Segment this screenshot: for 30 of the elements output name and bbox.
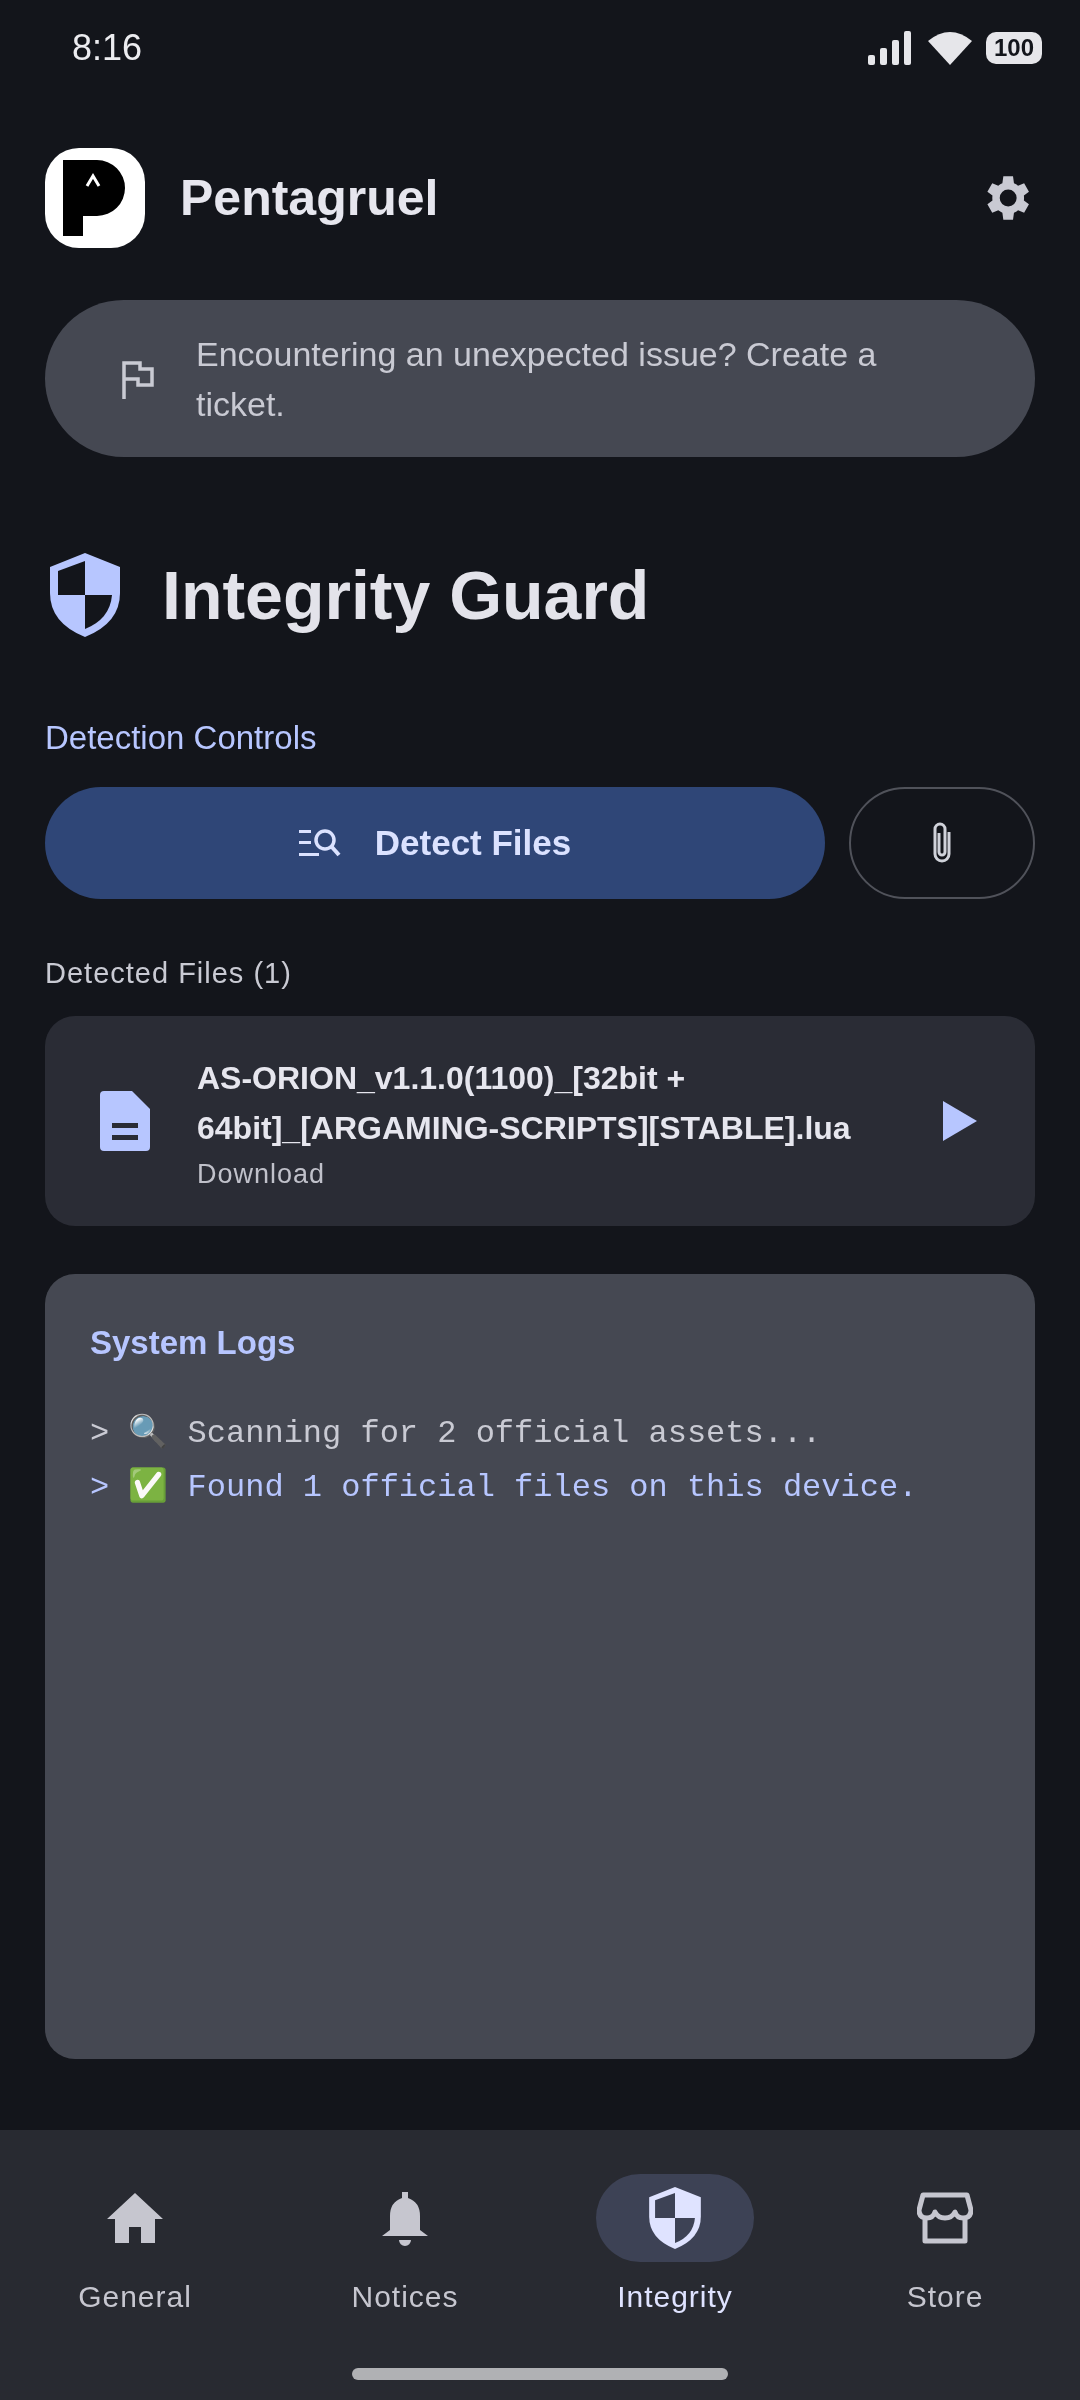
app-logo-icon xyxy=(45,148,145,248)
app-title: Pentagruel xyxy=(180,169,440,227)
shield-icon xyxy=(50,553,120,637)
flag-icon xyxy=(120,358,156,399)
file-folder: Download xyxy=(197,1158,327,1190)
detect-files-button[interactable]: Detect Files xyxy=(45,787,825,899)
log-line: > ✅ Found 1 official files on this device. xyxy=(90,1466,919,1506)
wifi-icon xyxy=(927,31,972,65)
status-time: 8:16 xyxy=(72,27,143,69)
section-label: Detection Controls xyxy=(45,719,318,757)
store-icon xyxy=(917,2192,973,2244)
home-icon xyxy=(107,2193,163,2243)
logs-title: System Logs xyxy=(90,1324,297,1362)
log-line: > 🔍 Scanning for 2 official assets... xyxy=(90,1413,823,1452)
nav-tab[interactable]: Notices xyxy=(270,2174,540,2400)
signal-icon xyxy=(867,31,914,65)
report-issue-banner[interactable]: Encountering an unexpected issue? Create a ticket. xyxy=(45,300,1035,457)
document-icon xyxy=(100,1091,150,1151)
bell-icon xyxy=(382,2190,428,2246)
attach-button[interactable] xyxy=(849,787,1035,899)
nav-tab[interactable]: General xyxy=(0,2174,270,2400)
play-icon[interactable] xyxy=(943,1101,977,1141)
file-card[interactable]: AS-ORION_v1.1.0(1100)_[32bit + 64bit]_[ARGAMING-SCRIPTS][STABLE].lua Download xyxy=(45,1016,1035,1226)
battery-indicator: 100 xyxy=(985,32,1042,64)
page-heading: Integrity Guard xyxy=(162,556,650,634)
detected-files-label: Detected Files (1) xyxy=(45,957,293,990)
nav-tab[interactable]: Integrity xyxy=(540,2174,810,2400)
shield-icon xyxy=(649,2187,701,2249)
nav-tab[interactable]: Store xyxy=(810,2174,1080,2400)
file-name: AS-ORION_v1.1.0(1100)_[32bit + 64bit]_[ARGAMING-SCRIPTS][STABLE].lua xyxy=(197,1058,852,1148)
